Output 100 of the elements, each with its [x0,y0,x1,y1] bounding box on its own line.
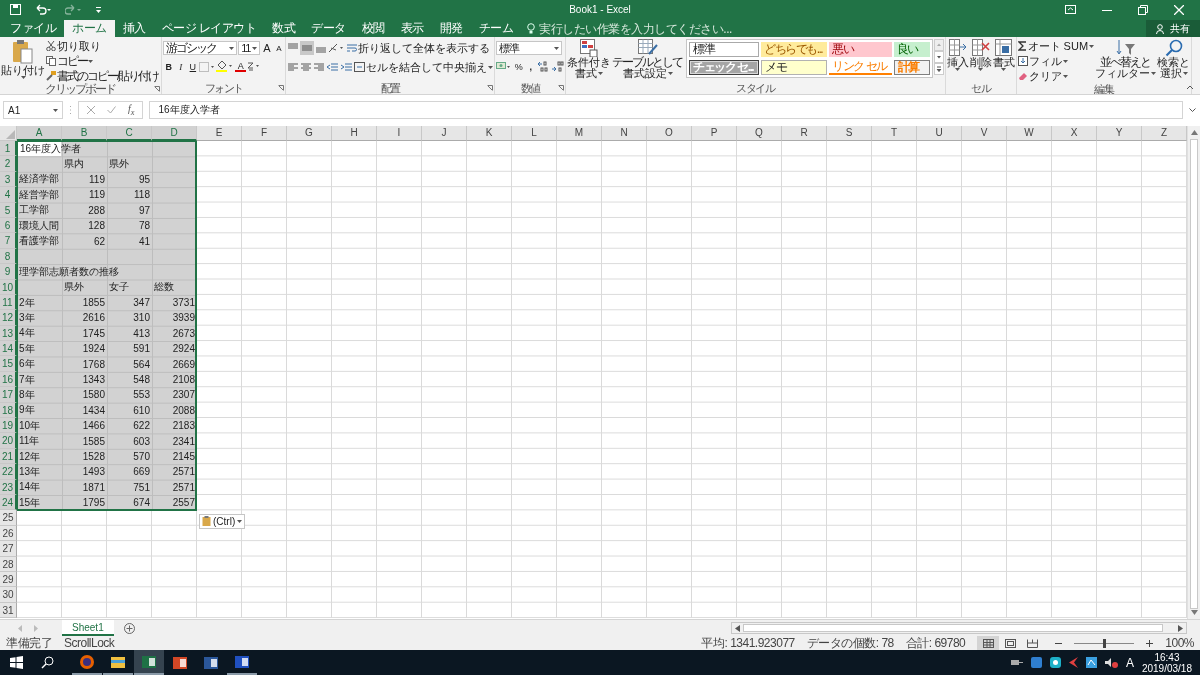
copy-button[interactable]: コピー [46,54,161,68]
row-header[interactable]: 9 [0,264,17,280]
name-box[interactable]: A1 [3,101,63,119]
sheet-tab[interactable]: Sheet1 [62,620,114,636]
column-header[interactable]: Q [737,126,782,141]
dialog-launcher-icon[interactable] [278,85,285,91]
cell-style[interactable]: 標準 [689,42,760,57]
shrink-font-button[interactable]: A [273,41,285,55]
ribbon-tab[interactable]: 数式 [264,20,304,37]
expand-icon[interactable] [1189,108,1196,112]
find-select-button[interactable]: 検索と 選択 [1157,39,1191,79]
cell-style[interactable]: どちらでも... [761,42,828,57]
more-icon[interactable] [933,63,944,75]
fill-color-icon[interactable] [216,61,235,72]
ribbon-tab[interactable]: 表示 [392,20,432,37]
tray-app-icon[interactable] [1085,657,1097,668]
row-header[interactable]: 12 [0,310,17,326]
ribbon-tab[interactable]: 挿入 [114,20,154,37]
ime-indicator[interactable]: A [1125,655,1134,670]
row-header[interactable]: 22 [0,464,17,480]
ribbon-tab[interactable]: 開発 [431,20,471,37]
align-middle-icon[interactable] [300,41,315,55]
column-header[interactable]: E [197,126,242,141]
ribbon-tab[interactable]: データ [303,20,354,37]
column-header[interactable]: L [512,126,557,141]
restore-icon[interactable] [1138,4,1148,15]
ribbon-tab[interactable]: ファイル [2,20,64,37]
sort-filter-button[interactable]: 並べ替えと フィルター [1095,39,1157,79]
column-header[interactable]: I [377,126,422,141]
column-header[interactable]: R [782,126,827,141]
cell-style[interactable]: 悪い [829,42,892,57]
ribbon-display-icon[interactable] [1065,5,1076,14]
column-header[interactable]: B [62,126,107,141]
ribbon-tab[interactable]: ページ レイアウト [153,20,265,37]
dialog-launcher-icon[interactable] [558,85,565,91]
decrease-decimal-icon[interactable] [551,61,565,72]
dialog-launcher-icon[interactable] [487,85,494,91]
column-header[interactable]: W [1007,126,1052,141]
merge-center-button[interactable]: セルを結合して中央揃え [354,60,494,74]
cell-style[interactable]: メモ [761,60,828,75]
format-as-table-button[interactable]: テーブルとして 書式設定 [612,39,685,79]
row-header[interactable]: 4 [0,187,17,203]
cells-button[interactable]: 挿入 [946,39,969,71]
row-header[interactable]: 27 [0,541,17,557]
row-header[interactable]: 30 [0,587,17,603]
zoom-thumb[interactable] [1102,638,1106,648]
ribbon-tab[interactable]: 校閲 [353,20,393,37]
phonetic-icon[interactable] [247,61,262,72]
bold-button[interactable]: B [163,60,175,73]
windows-icon[interactable] [10,656,23,669]
tell-me-field[interactable]: 実行したい作業を入力してください... [527,20,780,37]
column-header[interactable]: Z [1142,126,1187,141]
close-icon[interactable] [1174,4,1184,15]
increase-indent-icon[interactable] [340,61,354,73]
active-cell[interactable]: 16年度入学者 [18,142,84,157]
row-header[interactable]: 2 [0,156,17,172]
share-button[interactable]: 共有 [1146,20,1200,37]
percent-button[interactable]: % [513,60,525,73]
vertical-scrollbar[interactable] [1187,126,1200,619]
save-icon[interactable] [10,4,21,15]
scroll-left-icon[interactable] [735,624,740,632]
network-icon[interactable] [1010,658,1023,667]
column-header[interactable]: G [287,126,332,141]
font-name-dropdown[interactable]: 游ゴシック [163,41,238,55]
clear-button[interactable]: クリア [1017,69,1095,83]
clock-time[interactable]: 16:43 [1154,651,1180,663]
insert-function-button[interactable]: f$_{x}$ [128,103,135,117]
cut-button[interactable]: 切り取り [46,39,161,53]
search-icon[interactable] [41,656,54,669]
row-header[interactable]: 17 [0,387,17,403]
column-header[interactable]: N [602,126,647,141]
row-header[interactable]: 19 [0,418,17,434]
decrease-indent-icon[interactable] [326,61,340,73]
column-header[interactable]: D [152,126,197,141]
cells-button[interactable]: 書式 [992,39,1015,71]
formula-field[interactable]: 16年度入学者 [149,101,1183,119]
column-header[interactable]: C [107,126,152,141]
row-header[interactable]: 15 [0,356,17,372]
conditional-format-button[interactable]: 条件付き 書式 [567,39,612,79]
column-header[interactable]: K [467,126,512,141]
grow-font-button[interactable]: A [261,41,273,55]
column-header[interactable]: Y [1097,126,1142,141]
column-header[interactable]: V [962,126,1007,141]
underline-button[interactable]: U [187,60,199,73]
comma-button[interactable]: , [525,60,537,73]
column-header[interactable]: J [422,126,467,141]
column-header[interactable]: S [827,126,872,141]
clock-date[interactable]: 2019/03/18 [1141,662,1192,674]
dialog-launcher-icon[interactable] [154,86,161,92]
view-button[interactable] [977,636,1000,650]
increase-decimal-icon[interactable] [537,61,551,72]
tray-app-icon[interactable] [1049,657,1061,668]
customize-icon[interactable] [95,5,102,14]
speaker-muted-icon[interactable] [1104,657,1118,668]
autosum-button[interactable]: オート SUM [1017,39,1095,53]
ribbon-tab[interactable]: チーム [470,20,522,37]
format-painter-button[interactable]: 書式のコピー/貼り付け [46,69,161,83]
column-header[interactable]: M [557,126,602,141]
column-header[interactable]: X [1052,126,1097,141]
column-header[interactable]: T [872,126,917,141]
